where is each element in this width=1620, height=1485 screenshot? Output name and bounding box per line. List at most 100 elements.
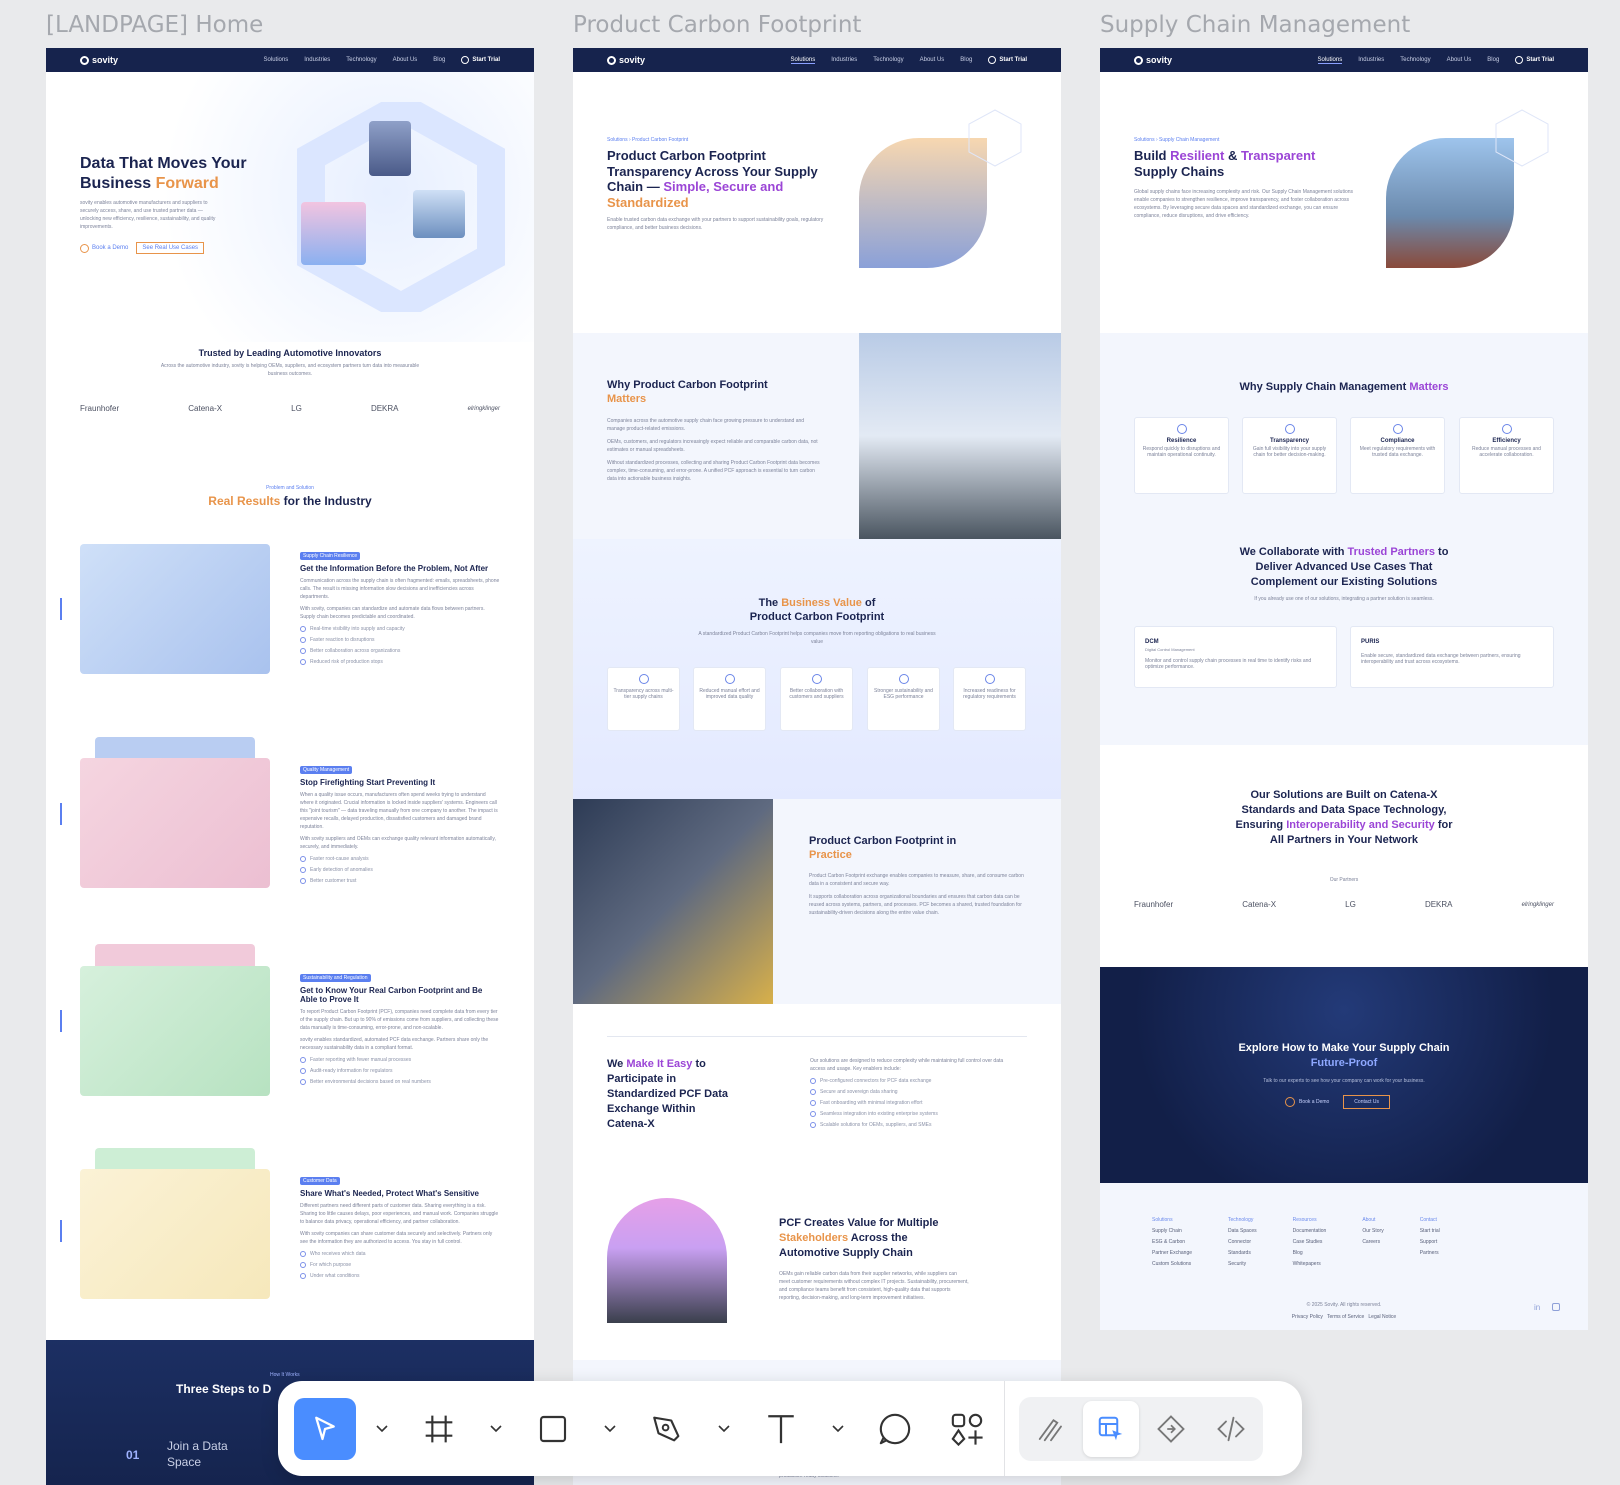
case-tag: Customer Data xyxy=(300,1177,340,1185)
shape-tool-dropdown[interactable] xyxy=(584,1424,636,1433)
nav-blog[interactable]: Blog xyxy=(1487,57,1499,63)
frame-tool-dropdown[interactable] xyxy=(470,1424,522,1433)
footer-link[interactable]: Case Studies xyxy=(1293,1237,1327,1248)
mode-switcher xyxy=(1019,1396,1263,1461)
text-tool-dropdown[interactable] xyxy=(812,1424,864,1433)
hero-body: Enable trusted carbon data exchange with… xyxy=(607,217,824,231)
chart-icon xyxy=(724,674,735,684)
breadcrumb-item[interactable]: Supply Chain Management xyxy=(1159,137,1219,143)
toolbar-divider xyxy=(1004,1381,1005,1476)
book-demo-button[interactable]: Book a Demo xyxy=(1285,1097,1329,1107)
linkedin-icon[interactable]: in xyxy=(1534,1303,1540,1312)
footer-link[interactable]: Support xyxy=(1420,1237,1440,1248)
footer-link[interactable]: Custom Solutions xyxy=(1152,1259,1192,1270)
case-tag: Sustainability and Regulation xyxy=(300,974,371,982)
nav-solutions[interactable]: Solutions xyxy=(1317,57,1343,64)
footer-link[interactable]: Documentation xyxy=(1293,1226,1327,1237)
contact-us-button[interactable]: Contact Us xyxy=(1343,1095,1391,1109)
text-tool[interactable] xyxy=(750,1398,812,1460)
footer-link[interactable]: Standards xyxy=(1228,1248,1257,1259)
draw-mode[interactable] xyxy=(1023,1401,1079,1457)
comment-tool[interactable] xyxy=(864,1398,926,1460)
chevron-down-icon xyxy=(604,1424,616,1432)
actions-tool[interactable] xyxy=(936,1398,998,1460)
legal-links: Privacy Policy Terms of Service Legal No… xyxy=(1100,1313,1588,1321)
footer-link[interactable]: Partner Exchange xyxy=(1152,1248,1192,1259)
footer-link[interactable]: Careers xyxy=(1362,1237,1383,1248)
partner-card-dcm[interactable]: DCM Digital Control Management Monitor and… xyxy=(1134,626,1337,688)
nav-about[interactable]: About Us xyxy=(920,57,945,63)
logo[interactable]: sovity xyxy=(1134,55,1172,65)
hex-outline xyxy=(1495,109,1549,167)
case-tag: Quality Management xyxy=(300,766,353,774)
logo[interactable]: sovity xyxy=(80,55,118,65)
start-trial-button[interactable]: Start Trial xyxy=(988,56,1027,64)
benefit-card: Transparency Gain full visibility into yo… xyxy=(1242,417,1337,494)
footer-link[interactable]: ESG & Carbon xyxy=(1152,1237,1192,1248)
frame-scm[interactable]: sovity Solutions Industries Technology A… xyxy=(1100,48,1588,1330)
text-icon xyxy=(768,1414,794,1443)
start-trial-button[interactable]: Start Trial xyxy=(461,56,500,64)
frame-tool[interactable] xyxy=(408,1398,470,1460)
shape-tool[interactable] xyxy=(522,1398,584,1460)
pen-tool[interactable] xyxy=(636,1398,698,1460)
footer-link[interactable]: Blog xyxy=(1293,1248,1327,1259)
frame-title-pcf[interactable]: Product Carbon Footprint xyxy=(573,12,861,38)
nav-solutions[interactable]: Solutions xyxy=(264,57,289,63)
footer-link[interactable]: Our Story xyxy=(1362,1226,1383,1237)
footer-link[interactable]: Connector xyxy=(1228,1237,1257,1248)
footer-link[interactable]: Start trial xyxy=(1420,1226,1440,1237)
move-tool[interactable] xyxy=(294,1397,356,1460)
footer-link[interactable]: Partners xyxy=(1420,1248,1440,1259)
nav-industries[interactable]: Industries xyxy=(304,57,330,63)
eye-icon xyxy=(1284,424,1295,434)
nav-technology[interactable]: Technology xyxy=(1400,57,1430,63)
start-trial-button[interactable]: Start Trial xyxy=(1515,56,1554,64)
partner-card-puris[interactable]: PURIS Enable secure, standardized data ex… xyxy=(1350,626,1554,688)
nav-about[interactable]: About Us xyxy=(1447,57,1472,63)
social-icon[interactable] xyxy=(1552,1303,1560,1311)
hero-title-word: Business xyxy=(80,175,152,192)
value-body: A standardized Product Carbon Footprint … xyxy=(698,631,936,645)
pen-tool-dropdown[interactable] xyxy=(698,1424,750,1433)
book-demo-button[interactable]: Book a Demo xyxy=(80,243,128,253)
divider xyxy=(607,1036,1027,1037)
nav-technology[interactable]: Technology xyxy=(346,57,376,63)
prototype-mode[interactable] xyxy=(1143,1401,1199,1457)
cta-section: Explore How to Make Your Supply Chain Fut… xyxy=(1100,967,1588,1183)
arrow-icon xyxy=(80,243,89,253)
case-image-database xyxy=(80,1169,270,1299)
footer-link[interactable]: Security xyxy=(1228,1259,1257,1270)
breadcrumb-item[interactable]: Solutions xyxy=(1134,137,1155,143)
frame-home[interactable]: sovity Solutions Industries Technology A… xyxy=(46,48,534,1485)
footer-link[interactable]: Supply Chain xyxy=(1152,1226,1192,1237)
see-use-cases-button[interactable]: See Real Use Cases xyxy=(136,242,205,254)
breadcrumb-item[interactable]: Solutions xyxy=(607,137,628,143)
frame-pcf[interactable]: sovity Solutions Industries Technology A… xyxy=(573,48,1061,1485)
terms-link[interactable]: Terms of Service xyxy=(1327,1314,1364,1320)
legal-notice-link[interactable]: Legal Notice xyxy=(1368,1314,1396,1320)
nav-blog[interactable]: Blog xyxy=(960,57,972,63)
nav-technology[interactable]: Technology xyxy=(873,57,903,63)
partner-logos: Fraunhofer Catena-X LG DEKRA elringkling… xyxy=(80,404,500,413)
frame-title-scm[interactable]: Supply Chain Management xyxy=(1100,12,1410,38)
users-icon xyxy=(811,674,822,684)
nav-industries[interactable]: Industries xyxy=(1358,57,1384,63)
dev-mode[interactable] xyxy=(1203,1401,1259,1457)
footer-link[interactable]: Whitepapers xyxy=(1293,1259,1327,1270)
logo[interactable]: sovity xyxy=(607,55,645,65)
move-tool-dropdown[interactable] xyxy=(356,1424,408,1433)
check-icon xyxy=(300,659,306,665)
privacy-link[interactable]: Privacy Policy xyxy=(1292,1314,1323,1320)
footer-link[interactable]: Data Spaces xyxy=(1228,1226,1257,1237)
breadcrumb-item[interactable]: Product Carbon Footprint xyxy=(632,137,688,143)
design-mode[interactable] xyxy=(1083,1400,1139,1457)
nav-about[interactable]: About Us xyxy=(393,57,418,63)
logo-lg: LG xyxy=(1345,900,1356,909)
check-icon xyxy=(300,648,306,654)
nav-industries[interactable]: Industries xyxy=(831,57,857,63)
results-title: for the Industry xyxy=(283,494,372,508)
frame-title-home[interactable]: [LANDPAGE] Home xyxy=(46,12,263,38)
nav-blog[interactable]: Blog xyxy=(433,57,445,63)
nav-solutions[interactable]: Solutions xyxy=(790,57,816,64)
